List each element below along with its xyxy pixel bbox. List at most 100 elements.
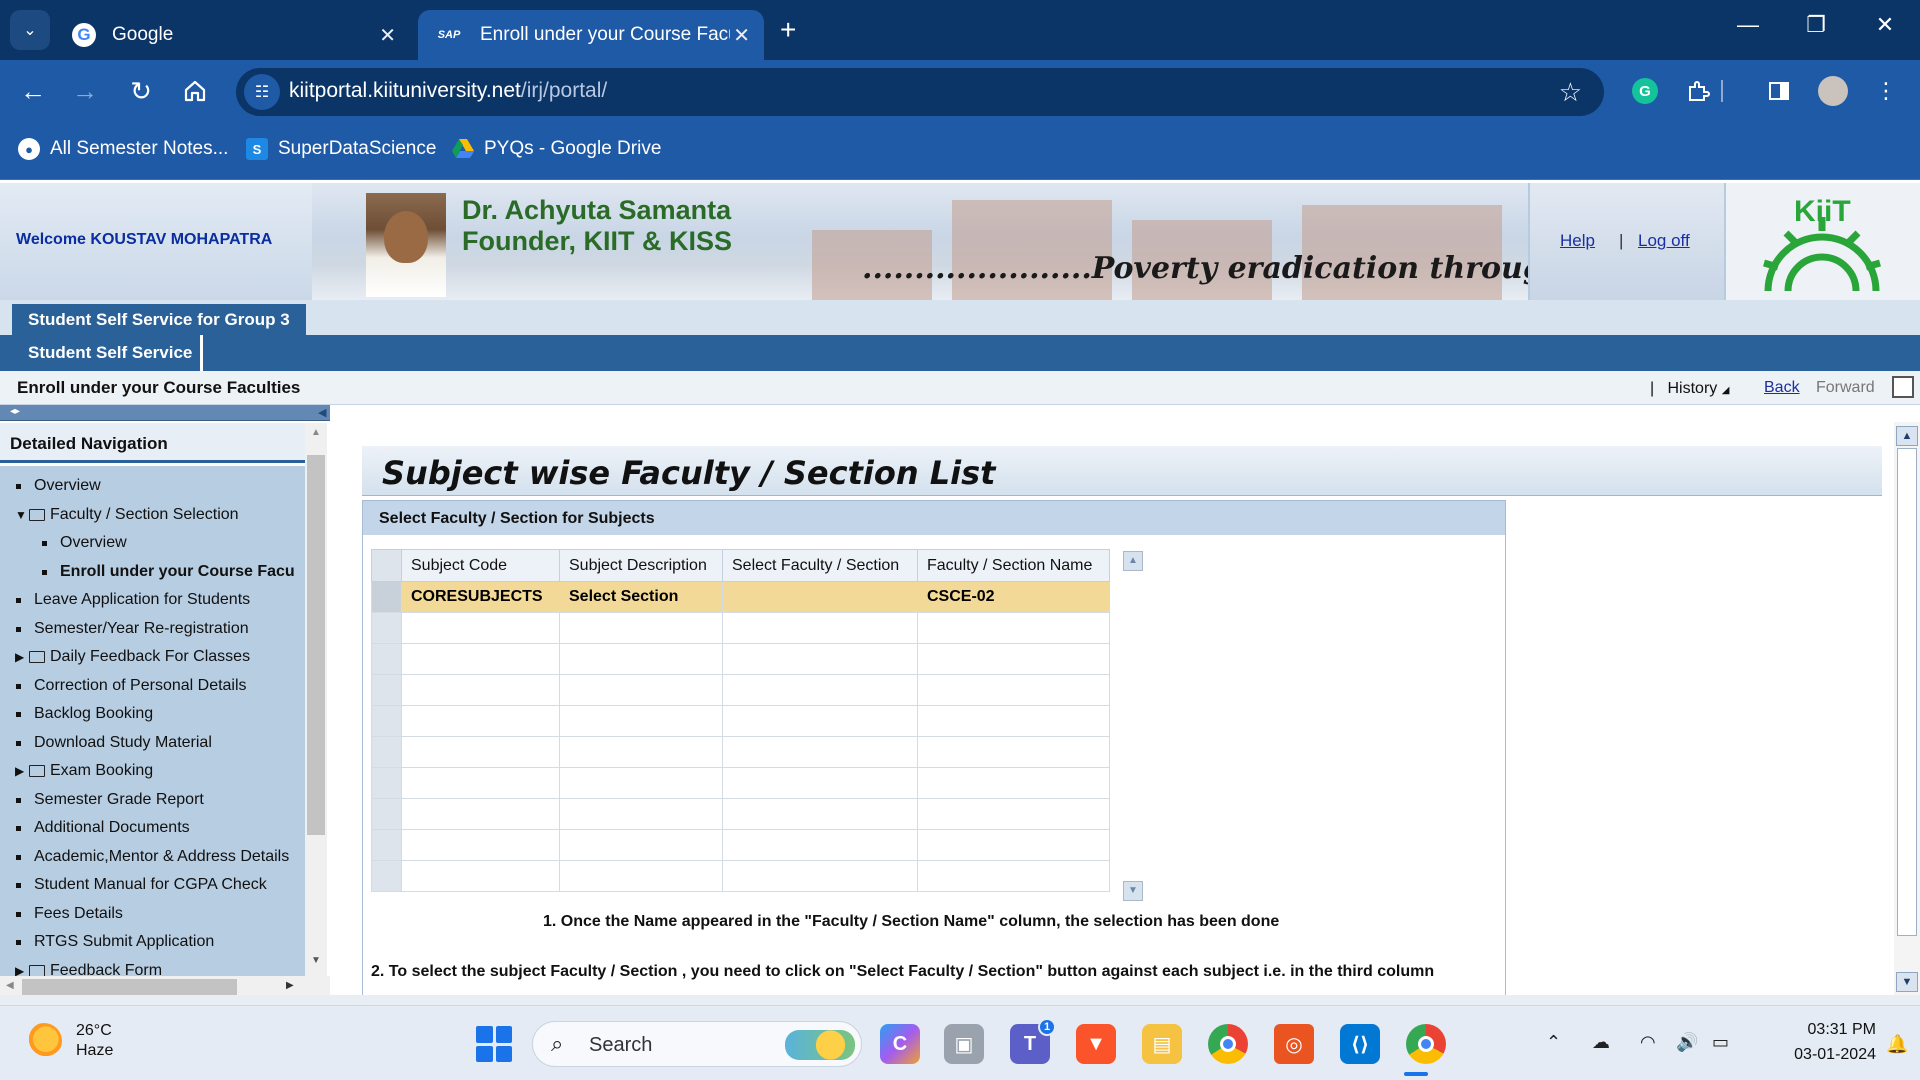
row-selector[interactable] [371,798,402,830]
nav-item[interactable]: ▼ Faculty / Section Selection [0,501,305,529]
table-row[interactable] [371,643,1110,675]
back-link[interactable]: Back [1764,379,1800,397]
table-row[interactable] [371,674,1110,706]
close-tab-icon[interactable]: ✕ [733,23,750,48]
collapse-nav-icon[interactable]: ◂▸ [10,406,20,417]
scroll-down-icon[interactable]: ▼ [311,955,321,966]
triangle-right-icon[interactable]: ▶ [15,964,24,977]
nav-scrollbar-vertical[interactable]: ▲ ▼ [305,423,327,976]
side-panel-button[interactable] [1762,74,1796,108]
table-row[interactable] [371,705,1110,737]
weather-widget[interactable]: 26°C Haze [26,1022,113,1060]
row-selector-header[interactable] [371,549,402,582]
nav-item[interactable]: Additional Documents [0,814,305,842]
column-header-select-faculty-section[interactable]: Select Faculty / Section [722,549,918,582]
notification-bell-icon[interactable]: 🔔 [1886,1034,1908,1055]
page-menu-icon[interactable] [1892,376,1914,398]
tab-student-self-service-group-3[interactable]: Student Self Service for Group 3 [12,304,306,335]
nav-item[interactable]: Semester/Year Re-registration [0,615,305,643]
table-row[interactable]: CORESUBJECTS Select Section CSCE-02 [371,581,1110,613]
nav-item[interactable]: Enroll under your Course Facu [0,558,305,586]
chevron-up-icon[interactable]: ⌃ [1546,1032,1561,1053]
tab-google[interactable]: G Google ✕ [56,10,410,60]
scroll-down-button[interactable]: ▼ [1896,972,1918,992]
bookmark-superdatascience[interactable]: S SuperDataScience [246,138,436,160]
row-selector[interactable] [371,829,402,861]
vscode-icon[interactable]: ⟨⟩ [1340,1024,1380,1064]
scroll-up-button[interactable]: ▲ [1896,426,1918,446]
table-row[interactable] [371,736,1110,768]
restore-button[interactable]: ❐ [1796,12,1836,38]
copilot-icon[interactable]: C [880,1024,920,1064]
battery-icon[interactable]: ▭ [1712,1032,1729,1053]
clock-date[interactable]: 03-01-2024 [1760,1046,1876,1064]
cell-select-faculty[interactable] [722,581,918,613]
tab-enroll-course-faculties[interactable]: SAP Enroll under your Course Facult ✕ [418,10,764,60]
browser-menu-button[interactable]: ⋮ [1869,74,1903,108]
table-row[interactable] [371,767,1110,799]
nav-item[interactable]: RTGS Submit Application [0,928,305,956]
nav-item[interactable]: Leave Application for Students [0,586,305,614]
ubuntu-icon[interactable]: ◎ [1274,1024,1314,1064]
table-row[interactable] [371,829,1110,861]
column-header-subject-description[interactable]: Subject Description [559,549,723,582]
onedrive-icon[interactable]: ☁ [1592,1032,1610,1053]
url-text[interactable]: kiitportal.kiituniversity.net/irj/portal… [289,79,607,103]
nav-scroll-thumb[interactable] [307,455,325,835]
scroll-up-icon[interactable]: ▲ [311,427,321,438]
wifi-icon[interactable]: ◠ [1640,1032,1656,1053]
chrome-icon[interactable] [1208,1024,1248,1064]
forward-link[interactable]: Forward [1816,379,1875,397]
nav-resize-strip[interactable]: ◂▸ ◀ [0,405,330,421]
main-scrollbar-vertical[interactable]: ▲ ▼ [1894,422,1920,995]
nav-item[interactable]: Overview [0,529,305,557]
bookmark-pyqs-google-drive[interactable]: PYQs - Google Drive [452,138,661,160]
chrome-profile-icon[interactable] [1406,1024,1446,1064]
nav-item[interactable]: ▶ Exam Booking [0,757,305,785]
new-tab-button[interactable]: + [780,14,796,46]
row-selector[interactable] [371,705,402,737]
table-row[interactable] [371,860,1110,892]
home-button[interactable] [176,72,214,110]
close-tab-icon[interactable]: ✕ [379,23,396,48]
bookmark-star-icon[interactable]: ☆ [1559,77,1582,108]
scroll-left-icon[interactable]: ◀ [6,980,14,991]
table-row[interactable] [371,798,1110,830]
extensions-button[interactable] [1681,74,1715,108]
row-selector[interactable] [371,767,402,799]
column-header-faculty-section-name[interactable]: Faculty / Section Name [917,549,1110,582]
column-header-subject-code[interactable]: Subject Code [401,549,560,582]
nav-item[interactable]: ▶ Daily Feedback For Classes [0,643,305,671]
brave-icon[interactable]: ▼ [1076,1024,1116,1064]
back-button[interactable]: ← [14,72,52,110]
nav-item[interactable]: Correction of Personal Details [0,672,305,700]
table-scroll-up-button[interactable]: ▲ [1123,551,1143,571]
volume-icon[interactable]: 🔊 [1676,1032,1698,1053]
task-view-icon[interactable]: ▣ [944,1024,984,1064]
row-selector[interactable] [371,860,402,892]
file-explorer-icon[interactable]: ▤ [1142,1024,1182,1064]
scroll-right-icon[interactable]: ▶ [286,980,294,991]
row-selector[interactable] [371,612,402,644]
collapse-arrow-icon[interactable]: ◀ [318,406,326,419]
nav-item[interactable]: Overview [0,472,305,500]
row-selector[interactable] [371,674,402,706]
nav-item[interactable]: Semester Grade Report [0,786,305,814]
taskbar-search[interactable]: ⌕ Search [532,1021,862,1067]
row-selector[interactable] [371,736,402,768]
grammarly-extension[interactable]: G [1628,74,1662,108]
triangle-right-icon[interactable]: ▶ [15,764,24,778]
close-window-button[interactable]: ✕ [1865,12,1905,38]
tab-student-self-service[interactable]: Student Self Service [12,335,204,371]
main-scroll-thumb[interactable] [1897,448,1917,936]
select-section-button[interactable]: Select Section [559,581,723,613]
log-off-link[interactable]: Log off [1638,231,1690,251]
tab-search-button[interactable]: ⌄ [10,10,50,50]
table-row[interactable] [371,612,1110,644]
nav-item[interactable]: ▶ Feedback Form [0,957,305,977]
start-button[interactable] [476,1026,512,1062]
reload-button[interactable]: ↻ [122,72,160,110]
address-bar[interactable]: ☷ kiitportal.kiituniversity.net/irj/port… [236,68,1604,116]
clock-time[interactable]: 03:31 PM [1778,1021,1876,1039]
nav-item[interactable]: Fees Details [0,900,305,928]
